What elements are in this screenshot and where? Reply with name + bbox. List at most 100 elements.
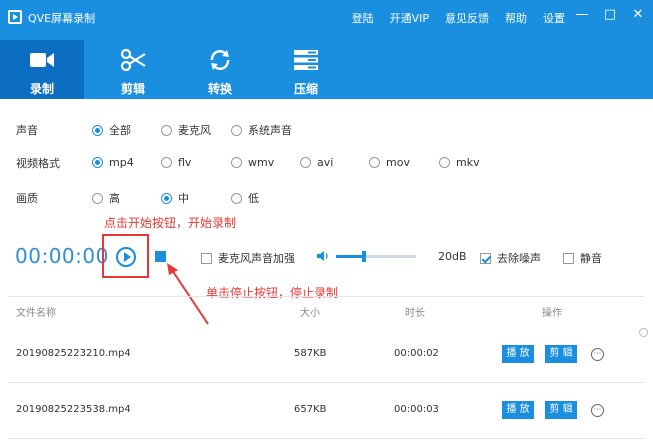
- audio-option-system[interactable]: 系统声音: [231, 122, 292, 138]
- gain-slider[interactable]: [336, 251, 416, 262]
- gain-slider-fill: [336, 255, 364, 258]
- start-hint-annotation: 点击开始按钮，开始录制: [104, 216, 237, 230]
- mic-boost-label: 麦克风声音加强: [218, 252, 295, 265]
- more-icon[interactable]: ···: [591, 404, 604, 417]
- col-header-actions: 操作: [542, 308, 562, 319]
- denoise-checkbox[interactable]: [480, 252, 491, 264]
- mute-option[interactable]: 静音: [563, 250, 602, 266]
- radio-medium[interactable]: [161, 192, 172, 204]
- gain-value: 20dB: [438, 250, 467, 263]
- format-option-wmv-label: wmv: [248, 156, 275, 169]
- edit-button[interactable]: 剪 辑: [545, 401, 577, 419]
- tab-edit[interactable]: 剪辑: [91, 40, 175, 99]
- denoise-label: 去除噪声: [497, 252, 541, 265]
- tab-record-label: 录制: [29, 82, 54, 96]
- format-option-mp4[interactable]: mp4: [92, 156, 134, 169]
- mute-checkbox[interactable]: [563, 252, 574, 264]
- tab-convert[interactable]: 转换: [178, 40, 262, 99]
- quality-option-high[interactable]: 高: [92, 190, 120, 206]
- radio-mp4[interactable]: [92, 157, 103, 168]
- radio-wmv[interactable]: [231, 157, 242, 168]
- format-option-mov[interactable]: mov: [369, 156, 410, 169]
- start-highlight-box: [102, 234, 149, 278]
- compress-icon: [294, 50, 318, 70]
- radio-mic[interactable]: [161, 124, 172, 136]
- speaker-icon[interactable]: [317, 250, 329, 262]
- close-icon[interactable]: ✕: [631, 7, 645, 22]
- radio-mkv[interactable]: [439, 157, 450, 168]
- help-link[interactable]: 帮助: [505, 10, 527, 26]
- convert-icon: [210, 50, 230, 70]
- col-header-duration: 时长: [405, 308, 425, 319]
- tab-record[interactable]: 录制: [0, 40, 84, 99]
- main-tabs: 录制 剪辑 转换 压缩: [0, 40, 653, 99]
- format-label: 视频格式: [16, 157, 60, 170]
- row-file-size: 587KB: [294, 348, 327, 359]
- tab-convert-label: 转换: [207, 82, 232, 96]
- format-option-avi[interactable]: avi: [300, 156, 333, 169]
- scrollbar-thumb[interactable]: [639, 328, 648, 337]
- tab-compress-label: 压缩: [293, 82, 318, 96]
- row-divider: [8, 438, 645, 439]
- format-option-mov-label: mov: [386, 156, 410, 169]
- radio-high[interactable]: [92, 192, 103, 204]
- scissors-icon: [120, 48, 146, 72]
- format-option-wmv[interactable]: wmv: [231, 156, 274, 169]
- audio-option-system-label: 系统声音: [248, 124, 292, 137]
- feedback-link[interactable]: 意见反馈: [445, 10, 489, 26]
- format-option-flv-label: flv: [178, 156, 192, 169]
- quality-option-low-label: 低: [248, 192, 259, 205]
- vip-link[interactable]: 开通VIP: [390, 10, 429, 26]
- denoise-option[interactable]: 去除噪声: [480, 250, 541, 266]
- audio-option-all[interactable]: 全部: [92, 122, 131, 138]
- quality-option-high-label: 高: [109, 192, 120, 205]
- top-links: 登陆 开通VIP 意见反馈 帮助 设置: [352, 10, 565, 26]
- audio-label: 声音: [16, 124, 38, 137]
- settings-link[interactable]: 设置: [543, 10, 565, 26]
- mute-label: 静音: [580, 252, 602, 265]
- radio-mov[interactable]: [369, 157, 380, 168]
- play-button[interactable]: 播 放: [502, 345, 534, 363]
- quality-label: 画质: [16, 192, 38, 205]
- radio-all[interactable]: [92, 124, 103, 136]
- audio-option-all-label: 全部: [109, 124, 131, 137]
- title-bar: QVE屏幕录制 登陆 开通VIP 意见反馈 帮助 设置 — □ ✕: [0, 0, 653, 34]
- minimize-icon[interactable]: —: [575, 7, 589, 22]
- app-header: QVE屏幕录制 登陆 开通VIP 意见反馈 帮助 设置 — □ ✕ 录制 剪辑 …: [0, 0, 653, 99]
- row-file-duration: 00:00:03: [394, 404, 439, 415]
- format-option-mkv[interactable]: mkv: [439, 156, 480, 169]
- tab-compress[interactable]: 压缩: [264, 40, 348, 99]
- app-title: QVE屏幕录制: [28, 12, 96, 25]
- maximize-icon[interactable]: □: [603, 7, 617, 22]
- table-divider: [8, 296, 645, 297]
- play-icon[interactable]: [116, 247, 136, 267]
- audio-option-mic[interactable]: 麦克风: [161, 122, 211, 138]
- video-camera-icon: [30, 53, 54, 67]
- stop-hint-annotation: 单击停止按钮，停止录制: [206, 286, 339, 300]
- row-file-duration: 00:00:02: [394, 348, 439, 359]
- quality-option-low[interactable]: 低: [231, 190, 259, 206]
- audio-option-mic-label: 麦克风: [178, 124, 211, 137]
- record-timer: 00:00:00: [15, 244, 109, 268]
- row-file-size: 657KB: [294, 404, 327, 415]
- format-option-flv[interactable]: flv: [161, 156, 191, 169]
- radio-system[interactable]: [231, 124, 242, 136]
- col-header-name: 文件名称: [16, 308, 56, 319]
- col-header-size: 大小: [300, 308, 320, 319]
- gain-slider-handle[interactable]: [362, 251, 366, 262]
- format-option-mp4-label: mp4: [109, 156, 134, 169]
- tab-edit-label: 剪辑: [120, 82, 145, 96]
- play-button[interactable]: 播 放: [502, 401, 534, 419]
- radio-flv[interactable]: [161, 157, 172, 168]
- login-link[interactable]: 登陆: [352, 10, 374, 26]
- row-file-name: 20190825223538.mp4: [16, 404, 131, 415]
- format-option-mkv-label: mkv: [456, 156, 480, 169]
- row-divider: [8, 382, 645, 383]
- quality-option-medium[interactable]: 中: [161, 190, 189, 206]
- window-controls: — □ ✕: [575, 7, 645, 22]
- radio-low[interactable]: [231, 192, 242, 204]
- stop-icon[interactable]: [155, 251, 166, 262]
- edit-button[interactable]: 剪 辑: [545, 345, 577, 363]
- more-icon[interactable]: ···: [591, 348, 604, 361]
- radio-avi[interactable]: [300, 157, 311, 168]
